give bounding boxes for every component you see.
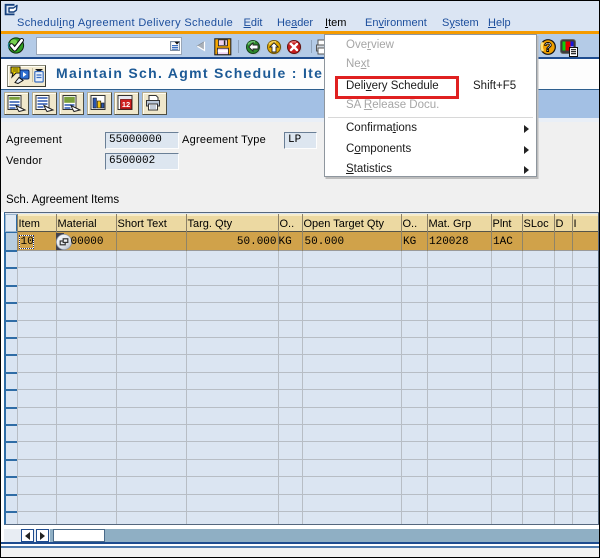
svg-text:12: 12 — [122, 100, 130, 109]
svg-text:?: ? — [544, 40, 552, 55]
